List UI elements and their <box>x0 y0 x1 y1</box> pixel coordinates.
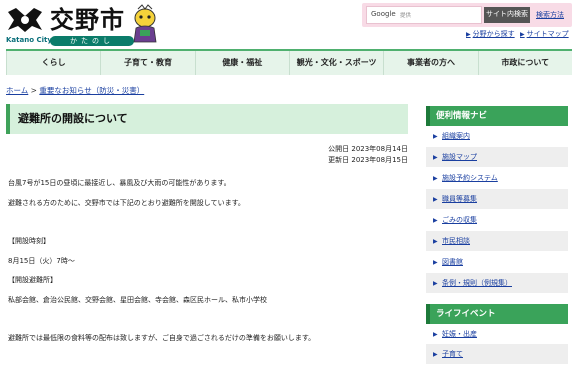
arrow-right-icon: ▶ <box>433 280 438 287</box>
global-nav: くらし 子育て・教育 健康・福祉 観光・文化・スポーツ 事業者の方へ 市政につい… <box>6 49 572 75</box>
arrow-right-icon: ▶ <box>433 133 438 140</box>
search-google-label: Google <box>371 10 396 18</box>
paragraph: 8月15日（火）7時〜 <box>8 257 75 265</box>
sidebar-item-label: 図書館 <box>442 258 463 266</box>
sidebar-item-label: 条例・規則（例規集） <box>442 279 512 287</box>
sidebar-item-label: 市民相談 <box>442 237 470 245</box>
sidebar-item-label: 組織案内 <box>442 132 470 140</box>
triangle-right-icon: ▶ <box>466 31 471 38</box>
arrow-right-icon: ▶ <box>433 238 438 245</box>
sidebar-item-recruitment[interactable]: ▶ 職員等募集 <box>426 189 568 210</box>
city-emblem-icon <box>8 8 42 32</box>
nav-item-business[interactable]: 事業者の方へ <box>384 51 479 75</box>
search-provider-text: 提供 <box>400 13 412 19</box>
nav-item-health-welfare[interactable]: 健康・福祉 <box>196 51 290 75</box>
sidebar-item-label: 妊娠・出産 <box>442 330 477 338</box>
nav-item-city-government[interactable]: 市政について <box>479 51 572 75</box>
site-search-button[interactable]: サイト内検索 <box>484 7 530 23</box>
sidebar-item-library[interactable]: ▶ 図書館 <box>426 252 568 273</box>
logo-english: Katano City <box>6 36 52 44</box>
sidebar-item-label: 施設マップ <box>442 153 477 161</box>
sidebar-item-consultation[interactable]: ▶ 市民相談 <box>426 231 568 252</box>
logo-title: 交野市 <box>50 6 125 34</box>
nav-item-tourism-culture-sports[interactable]: 観光・文化・スポーツ <box>290 51 385 75</box>
browse-by-category-label: 分野から探す <box>472 30 515 38</box>
nav-item-living[interactable]: くらし <box>6 51 102 75</box>
triangle-right-icon: ▶ <box>520 31 525 38</box>
sidebar-item-organization[interactable]: ▶ 組織案内 <box>426 126 568 147</box>
search-input[interactable]: Google 提供 <box>366 6 482 24</box>
sidebar-item-ordinances[interactable]: ▶ 条例・規則（例規集） <box>426 273 568 294</box>
site-header: 交野市 Katano City かたのし Google 提供 サイト内検索 検索… <box>0 0 580 46</box>
sitemap-label: サイトマップ <box>526 30 569 38</box>
sidebar-item-label: 施設予約システム <box>442 174 498 182</box>
sidebar-item-label: 子育て <box>442 350 463 358</box>
logo-hiragana: かたのし <box>50 36 134 46</box>
sidebar-item-facility-reservation[interactable]: ▶ 施設予約システム <box>426 168 568 189</box>
sidebar-item-pregnancy[interactable]: ▶ 妊娠・出産 <box>426 324 568 345</box>
arrow-right-icon: ▶ <box>433 217 438 224</box>
mascot-icon <box>133 4 157 43</box>
arrow-right-icon: ▶ <box>433 154 438 161</box>
sidebar-item-facility-map[interactable]: ▶ 施設マップ <box>426 147 568 168</box>
sidebar-item-childrearing[interactable]: ▶ 子育て <box>426 344 568 365</box>
breadcrumb-current[interactable]: 重要なお知らせ（防災・災害） <box>39 86 144 95</box>
arrow-right-icon: ▶ <box>433 175 438 182</box>
page-title: 避難所の開設について <box>6 104 408 134</box>
paragraph: 避難所では最低限の食料等の配布は致しますが、ご自身で過ごされるだけの準備をお願い… <box>8 334 316 342</box>
published-date: 公開日 2023年08月14日 <box>328 145 408 153</box>
sidebar-item-label: ごみの収集 <box>442 216 477 224</box>
paragraph: 【開設時刻】 <box>8 237 50 245</box>
paragraph: 避難される方のために、交野市では下記のとおり避難所を開設しています。 <box>8 199 245 207</box>
nav-item-childcare-education[interactable]: 子育て・教育 <box>101 51 196 75</box>
publish-dates: 公開日 2023年08月14日 更新日 2023年08月15日 <box>328 144 408 166</box>
breadcrumb-home[interactable]: ホーム <box>6 86 28 95</box>
sitemap-link[interactable]: ▶ サイトマップ <box>520 29 569 39</box>
sidebar-item-garbage[interactable]: ▶ ごみの収集 <box>426 210 568 231</box>
search-help-link[interactable]: 検索方法 <box>536 10 564 20</box>
arrow-right-icon: ▶ <box>433 331 438 338</box>
sidebar-heading-convenience: 便利情報ナビ <box>426 106 568 126</box>
paragraph: 台風7号が15日の昼頃に最接近し、暴風及び大雨の可能性があります。 <box>8 179 231 187</box>
updated-date: 更新日 2023年08月15日 <box>328 156 408 164</box>
paragraph: 【開設避難所】 <box>8 276 57 284</box>
breadcrumb: ホーム > 重要なお知らせ（防災・災害） <box>6 85 144 96</box>
arrow-right-icon: ▶ <box>433 196 438 203</box>
breadcrumb-separator: > <box>28 86 40 95</box>
sidebar-item-label: 職員等募集 <box>442 195 477 203</box>
arrow-right-icon: ▶ <box>433 259 438 266</box>
browse-by-category-link[interactable]: ▶ 分野から探す <box>466 29 515 39</box>
sidebar-heading-life-events: ライフイベント <box>426 304 568 324</box>
arrow-right-icon: ▶ <box>433 351 438 358</box>
paragraph: 私部会館、倉治公民館、交野会館、星田会館、寺会館、森区民ホール、私市小学校 <box>8 296 267 304</box>
